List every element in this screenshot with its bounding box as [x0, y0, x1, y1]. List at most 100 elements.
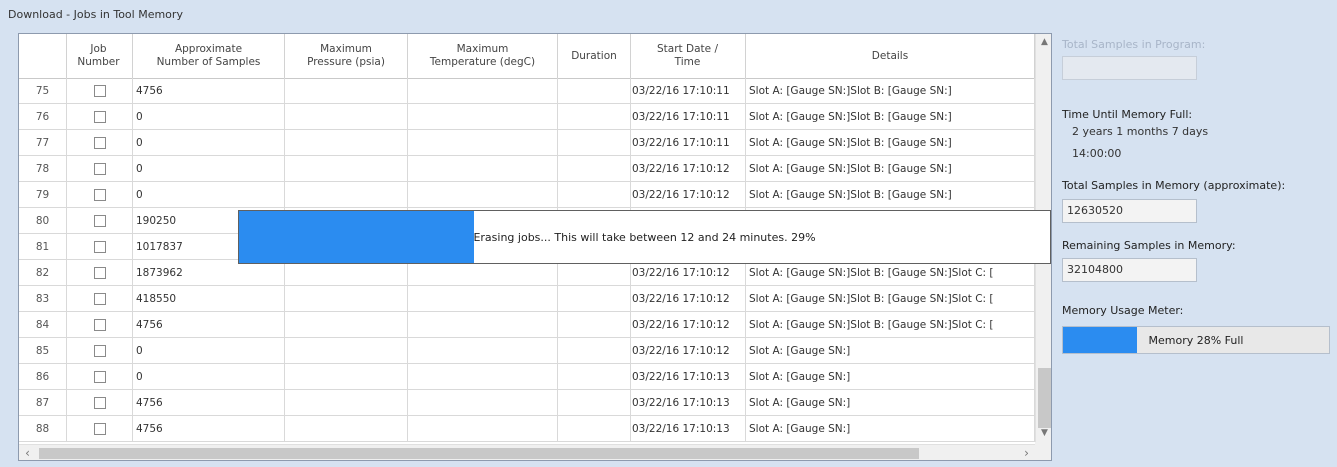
job-number-cell[interactable] — [67, 104, 133, 129]
column-header-duration[interactable]: Duration — [558, 34, 631, 78]
job-number-cell[interactable] — [67, 182, 133, 207]
pressure-cell[interactable] — [285, 286, 408, 311]
pressure-cell[interactable] — [285, 182, 408, 207]
start-cell[interactable]: 03/22/16 17:10:11 — [631, 104, 746, 129]
samples-cell[interactable]: 0 — [133, 182, 285, 207]
pressure-cell[interactable] — [285, 78, 408, 103]
temperature-cell[interactable] — [408, 182, 558, 207]
start-cell[interactable]: 03/22/16 17:10:12 — [631, 286, 746, 311]
samples-cell[interactable]: 4756 — [133, 416, 285, 441]
column-header-samples[interactable]: Approximate Number of Samples — [133, 34, 285, 78]
details-cell[interactable]: Slot A: [Gauge SN:]Slot B: [Gauge SN:]Sl… — [746, 312, 1035, 337]
pressure-cell[interactable] — [285, 416, 408, 441]
job-checkbox[interactable] — [93, 110, 106, 123]
job-number-cell[interactable] — [67, 312, 133, 337]
column-header-pressure[interactable]: Maximum Pressure (psia) — [285, 34, 408, 78]
job-checkbox[interactable] — [93, 344, 106, 357]
temperature-cell[interactable] — [408, 416, 558, 441]
start-cell[interactable]: 03/22/16 17:10:13 — [631, 364, 746, 389]
table-row[interactable]: 88 4756 03/22/16 17:10:13 Slot A: [Gauge SN… — [19, 416, 1035, 442]
samples-cell[interactable]: 0 — [133, 338, 285, 363]
scroll-up-icon[interactable]: ▲ — [1036, 34, 1051, 51]
horizontal-scrollbar[interactable]: ‹ › — [19, 444, 1035, 460]
details-cell[interactable]: Slot A: [Gauge SN:]Slot B: [Gauge SN:] — [746, 130, 1035, 155]
duration-cell[interactable] — [558, 182, 631, 207]
duration-cell[interactable] — [558, 156, 631, 181]
column-header-start[interactable]: Start Date / Time — [631, 34, 746, 78]
details-cell[interactable]: Slot A: [Gauge SN:] — [746, 364, 1035, 389]
start-cell[interactable]: 03/22/16 17:10:12 — [631, 312, 746, 337]
duration-cell[interactable] — [558, 104, 631, 129]
row-header-corner[interactable] — [19, 34, 67, 78]
temperature-cell[interactable] — [408, 130, 558, 155]
table-row[interactable]: 85 0 03/22/16 17:10:12 Slot A: [Gauge SN:] — [19, 338, 1035, 364]
start-cell[interactable]: 03/22/16 17:10:12 — [631, 156, 746, 181]
details-cell[interactable]: Slot A: [Gauge SN:]Slot B: [Gauge SN:] — [746, 182, 1035, 207]
start-cell[interactable]: 03/22/16 17:10:11 — [631, 78, 746, 103]
column-header-temperature[interactable]: Maximum Temperature (degC) — [408, 34, 558, 78]
horizontal-scroll-thumb[interactable] — [39, 448, 919, 459]
details-cell[interactable]: Slot A: [Gauge SN:]Slot B: [Gauge SN:] — [746, 78, 1035, 103]
details-cell[interactable]: Slot A: [Gauge SN:]Slot B: [Gauge SN:] — [746, 104, 1035, 129]
samples-cell[interactable]: 4756 — [133, 78, 285, 103]
job-checkbox[interactable] — [93, 396, 106, 409]
samples-cell[interactable]: 0 — [133, 104, 285, 129]
samples-cell[interactable]: 4756 — [133, 312, 285, 337]
table-row[interactable]: 78 0 03/22/16 17:10:12 Slot A: [Gauge SN:]S… — [19, 156, 1035, 182]
job-checkbox[interactable] — [93, 422, 106, 435]
job-number-cell[interactable] — [67, 338, 133, 363]
duration-cell[interactable] — [558, 416, 631, 441]
details-cell[interactable]: Slot A: [Gauge SN:]Slot B: [Gauge SN:]Sl… — [746, 286, 1035, 311]
job-number-cell[interactable] — [67, 286, 133, 311]
column-header-job-number[interactable]: Job Number — [67, 34, 133, 78]
pressure-cell[interactable] — [285, 364, 408, 389]
duration-cell[interactable] — [558, 364, 631, 389]
temperature-cell[interactable] — [408, 364, 558, 389]
table-row[interactable]: 79 0 03/22/16 17:10:12 Slot A: [Gauge SN:]S… — [19, 182, 1035, 208]
start-cell[interactable]: 03/22/16 17:10:12 — [631, 182, 746, 207]
temperature-cell[interactable] — [408, 338, 558, 363]
duration-cell[interactable] — [558, 286, 631, 311]
pressure-cell[interactable] — [285, 104, 408, 129]
duration-cell[interactable] — [558, 390, 631, 415]
start-cell[interactable]: 03/22/16 17:10:13 — [631, 390, 746, 415]
job-number-cell[interactable] — [67, 156, 133, 181]
table-row[interactable]: 84 4756 03/22/16 17:10:12 Slot A: [Gauge SN… — [19, 312, 1035, 338]
job-number-cell[interactable] — [67, 260, 133, 285]
scroll-left-icon[interactable]: ‹ — [19, 445, 36, 460]
temperature-cell[interactable] — [408, 104, 558, 129]
job-checkbox[interactable] — [93, 266, 106, 279]
duration-cell[interactable] — [558, 312, 631, 337]
job-number-cell[interactable] — [67, 78, 133, 103]
temperature-cell[interactable] — [408, 312, 558, 337]
table-row[interactable]: 76 0 03/22/16 17:10:11 Slot A: [Gauge SN:]S… — [19, 104, 1035, 130]
details-cell[interactable]: Slot A: [Gauge SN:] — [746, 416, 1035, 441]
job-checkbox[interactable] — [93, 84, 106, 97]
pressure-cell[interactable] — [285, 390, 408, 415]
scroll-right-icon[interactable]: › — [1018, 445, 1035, 460]
samples-cell[interactable]: 0 — [133, 156, 285, 181]
details-cell[interactable]: Slot A: [Gauge SN:]Slot B: [Gauge SN:] — [746, 156, 1035, 181]
job-checkbox[interactable] — [93, 318, 106, 331]
table-row[interactable]: 87 4756 03/22/16 17:10:13 Slot A: [Gauge SN… — [19, 390, 1035, 416]
samples-cell[interactable]: 0 — [133, 130, 285, 155]
job-number-cell[interactable] — [67, 364, 133, 389]
vertical-scroll-thumb[interactable] — [1038, 368, 1051, 428]
table-row[interactable]: 75 4756 03/22/16 17:10:11 Slot A: [Gauge SN… — [19, 78, 1035, 104]
start-cell[interactable]: 03/22/16 17:10:11 — [631, 130, 746, 155]
duration-cell[interactable] — [558, 338, 631, 363]
job-number-cell[interactable] — [67, 390, 133, 415]
duration-cell[interactable] — [558, 78, 631, 103]
job-number-cell[interactable] — [67, 234, 133, 259]
job-checkbox[interactable] — [93, 214, 106, 227]
temperature-cell[interactable] — [408, 156, 558, 181]
job-checkbox[interactable] — [93, 292, 106, 305]
samples-cell[interactable]: 418550 — [133, 286, 285, 311]
temperature-cell[interactable] — [408, 390, 558, 415]
job-number-cell[interactable] — [67, 416, 133, 441]
job-number-cell[interactable] — [67, 208, 133, 233]
scroll-down-icon[interactable]: ▼ — [1036, 425, 1051, 442]
start-cell[interactable]: 03/22/16 17:10:13 — [631, 416, 746, 441]
samples-cell[interactable]: 4756 — [133, 390, 285, 415]
job-number-cell[interactable] — [67, 130, 133, 155]
